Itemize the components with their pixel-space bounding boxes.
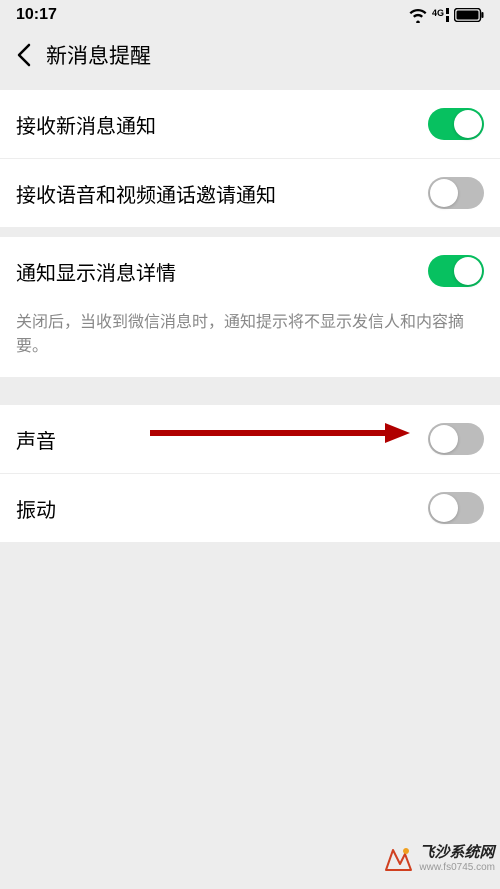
watermark-title: 飞沙系统网 — [419, 845, 495, 862]
page-title: 新消息提醒 — [46, 40, 151, 70]
status-icons: 4G — [408, 7, 484, 23]
signal-icon — [446, 8, 450, 22]
row-vibrate[interactable]: 振动 — [0, 473, 500, 542]
row-label: 接收新消息通知 — [16, 110, 156, 139]
watermark-url: www.fs0745.com — [419, 862, 495, 873]
status-time: 10:17 — [16, 6, 57, 24]
row-label: 声音 — [16, 425, 56, 454]
settings-group-detail: 通知显示消息详情 关闭后，当收到微信消息时，通知提示将不显示发信人和内容摘要。 — [0, 237, 500, 377]
row-description: 关闭后，当收到微信消息时，通知提示将不显示发信人和内容摘要。 — [0, 305, 500, 377]
watermark: 飞沙系统网 www.fs0745.com — [383, 844, 495, 874]
row-show-message-detail[interactable]: 通知显示消息详情 — [0, 237, 500, 305]
wifi-icon — [408, 7, 428, 23]
row-label: 通知显示消息详情 — [16, 257, 176, 286]
toggle-receive-call-invite[interactable] — [428, 177, 484, 209]
navbar: 新消息提醒 — [0, 30, 500, 80]
toggle-sound[interactable] — [428, 423, 484, 455]
network-type: 4G — [432, 9, 444, 18]
row-receive-call-invite[interactable]: 接收语音和视频通话邀请通知 — [0, 158, 500, 227]
toggle-show-message-detail[interactable] — [428, 255, 484, 287]
settings-group-alerts: 声音 振动 — [0, 405, 500, 542]
toggle-receive-new-message[interactable] — [428, 108, 484, 140]
row-receive-new-message[interactable]: 接收新消息通知 — [0, 90, 500, 158]
row-label: 振动 — [16, 494, 56, 523]
row-sound[interactable]: 声音 — [0, 405, 500, 473]
row-label: 接收语音和视频通话邀请通知 — [16, 179, 276, 208]
chevron-left-icon — [17, 43, 31, 67]
toggle-vibrate[interactable] — [428, 492, 484, 524]
settings-group-notifications: 接收新消息通知 接收语音和视频通话邀请通知 — [0, 90, 500, 227]
watermark-logo-icon — [383, 844, 413, 874]
status-bar: 10:17 4G — [0, 0, 500, 30]
back-button[interactable] — [12, 43, 36, 67]
battery-icon — [454, 8, 484, 22]
